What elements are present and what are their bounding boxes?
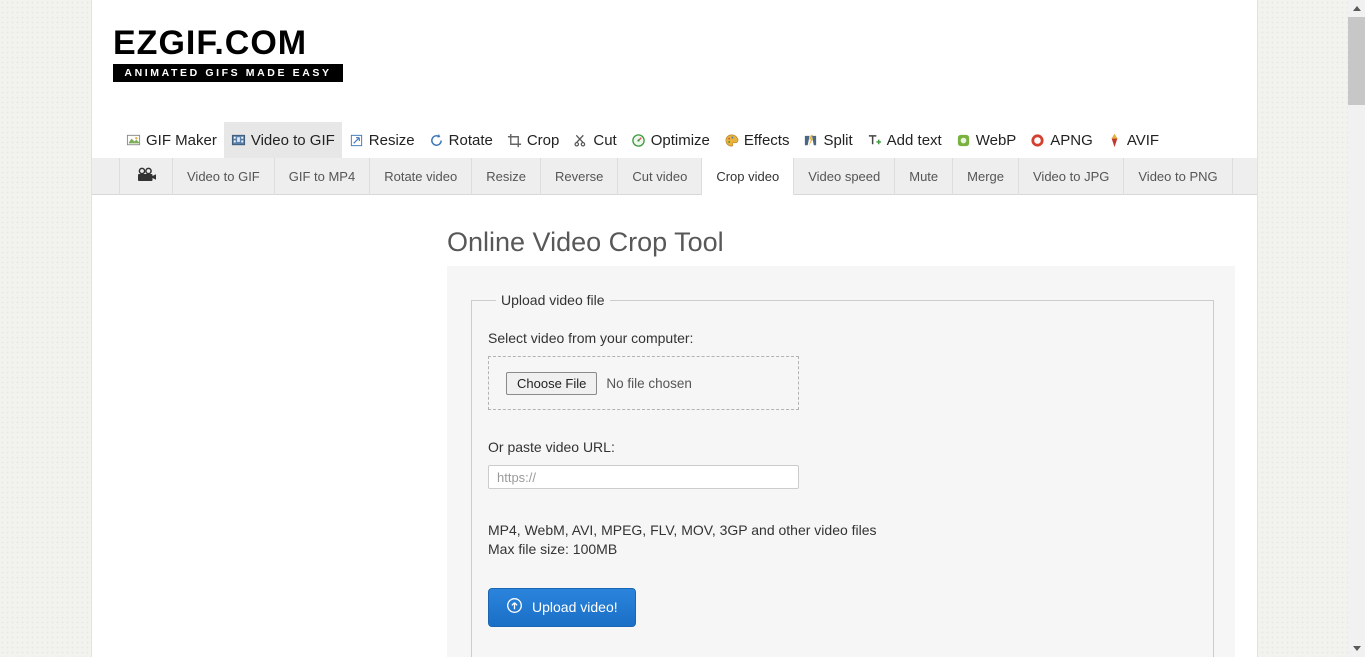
nav-item-label: Resize bbox=[368, 131, 415, 149]
main-nav: GIF Maker Video to GIF Resize Rotate Cro… bbox=[119, 122, 1257, 158]
palette-icon bbox=[724, 133, 739, 148]
nav-item-label: AVIF bbox=[1126, 131, 1160, 149]
subnav-item-merge[interactable]: Merge bbox=[952, 158, 1018, 195]
page-title: Online Video Crop Tool bbox=[447, 227, 724, 257]
content-card: EZGIF.COM ANIMATED GIFS MADE EASY GIF Ma… bbox=[91, 0, 1258, 657]
subnav-item-rotate-video[interactable]: Rotate video bbox=[369, 158, 471, 195]
resize-icon bbox=[349, 133, 364, 148]
nav-item-label: Crop bbox=[526, 131, 560, 149]
nav-item-split[interactable]: Split bbox=[796, 122, 859, 158]
avif-icon bbox=[1107, 133, 1122, 148]
apng-icon bbox=[1030, 133, 1045, 148]
up-arrow-icon bbox=[1352, 6, 1361, 11]
scrollbar-down-button[interactable] bbox=[1348, 640, 1365, 657]
select-video-label: Select video from your computer: bbox=[488, 330, 694, 346]
choose-file-button[interactable]: Choose File bbox=[506, 371, 598, 395]
nav-item-add-text[interactable]: Add text bbox=[860, 122, 949, 158]
subnav-video-home[interactable] bbox=[119, 158, 172, 195]
upload-panel: Upload video file Select video from your… bbox=[447, 266, 1235, 657]
subnav-item-label: Crop video bbox=[716, 169, 780, 184]
subnav-item-gif-to-mp4[interactable]: GIF to MP4 bbox=[273, 158, 369, 195]
down-arrow-icon bbox=[1352, 646, 1361, 651]
nav-item-apng[interactable]: APNG bbox=[1023, 122, 1100, 158]
nav-item-avif[interactable]: AVIF bbox=[1100, 122, 1166, 158]
add-text-icon bbox=[867, 133, 882, 148]
logo-tagline: ANIMATED GIFS MADE EASY bbox=[113, 64, 343, 82]
nav-item-cut[interactable]: Cut bbox=[566, 122, 623, 158]
subnav-item-video-to-jpg[interactable]: Video to JPG bbox=[1018, 158, 1123, 195]
site-logo[interactable]: EZGIF.COM ANIMATED GIFS MADE EASY bbox=[113, 26, 343, 82]
nav-item-rotate[interactable]: Rotate bbox=[422, 122, 500, 158]
subnav-item-label: Video to PNG bbox=[1138, 169, 1218, 184]
crop-icon bbox=[507, 133, 522, 148]
upload-icon bbox=[506, 597, 523, 618]
nav-item-optimize[interactable]: Optimize bbox=[624, 122, 717, 158]
subnav-item-label: Resize bbox=[486, 169, 526, 184]
upload-button-label: Upload video! bbox=[532, 599, 618, 615]
subnav-item-label: Mute bbox=[909, 169, 939, 184]
gauge-icon bbox=[631, 133, 646, 148]
video-url-input[interactable] bbox=[488, 465, 799, 489]
nav-item-webp[interactable]: WebP bbox=[949, 122, 1024, 158]
webp-icon bbox=[956, 133, 971, 148]
nav-item-resize[interactable]: Resize bbox=[342, 122, 422, 158]
nav-item-label: Rotate bbox=[448, 131, 493, 149]
subnav-item-label: Merge bbox=[967, 169, 1004, 184]
nav-item-video-to-gif[interactable]: Video to GIF bbox=[223, 122, 342, 158]
subnav-item-resize[interactable]: Resize bbox=[471, 158, 540, 195]
subnav-item-label: Video to JPG bbox=[1033, 169, 1110, 184]
nav-item-gif-maker[interactable]: GIF Maker bbox=[119, 122, 224, 158]
subnav-item-crop-video[interactable]: Crop video bbox=[701, 158, 794, 195]
max-file-size-text: Max file size: 100MB bbox=[488, 541, 618, 557]
nav-item-label: Split bbox=[823, 131, 853, 149]
subnav-item-cut-video[interactable]: Cut video bbox=[617, 158, 701, 195]
rotate-icon bbox=[429, 133, 444, 148]
paste-url-label: Or paste video URL: bbox=[488, 439, 615, 455]
scissors-icon bbox=[573, 133, 588, 148]
subnav-item-label: Cut video bbox=[632, 169, 688, 184]
subnav-item-label: Video speed bbox=[808, 169, 881, 184]
nav-item-crop[interactable]: Crop bbox=[500, 122, 567, 158]
subnav-item-label: GIF to MP4 bbox=[288, 169, 356, 184]
file-drop-area: Choose File No file chosen bbox=[488, 356, 799, 410]
split-icon bbox=[803, 133, 818, 148]
nav-item-label: Optimize bbox=[650, 131, 710, 149]
picture-icon bbox=[126, 133, 141, 148]
upload-fieldset-legend: Upload video file bbox=[501, 292, 605, 308]
subnav-item-mute[interactable]: Mute bbox=[894, 158, 952, 195]
subnav-item-label: Rotate video bbox=[384, 169, 458, 184]
nav-item-label: APNG bbox=[1050, 131, 1093, 149]
logo-title: EZGIF.COM bbox=[113, 24, 308, 62]
subnav-item-label: Reverse bbox=[554, 169, 604, 184]
film-strip-icon bbox=[231, 133, 246, 148]
subnav-item-video-to-png[interactable]: Video to PNG bbox=[1123, 158, 1233, 195]
scrollbar[interactable] bbox=[1348, 0, 1365, 657]
nav-item-label: GIF Maker bbox=[146, 131, 217, 149]
scrollbar-thumb[interactable] bbox=[1348, 17, 1365, 105]
nav-item-label: Add text bbox=[886, 131, 942, 149]
subnav-item-video-to-gif[interactable]: Video to GIF bbox=[172, 158, 274, 195]
scrollbar-up-button[interactable] bbox=[1348, 0, 1365, 17]
upload-video-button[interactable]: Upload video! bbox=[488, 588, 636, 627]
no-file-chosen-text: No file chosen bbox=[606, 375, 692, 391]
nav-item-label: Effects bbox=[743, 131, 790, 149]
nav-item-label: Cut bbox=[593, 131, 617, 149]
nav-item-label: Video to GIF bbox=[250, 131, 335, 149]
sub-nav: Video to GIF GIF to MP4 Rotate video Res… bbox=[92, 158, 1257, 195]
subnav-item-label: Video to GIF bbox=[187, 169, 260, 184]
subnav-item-video-speed[interactable]: Video speed bbox=[793, 158, 894, 195]
nav-item-effects[interactable]: Effects bbox=[717, 122, 797, 158]
movie-camera-icon bbox=[136, 167, 156, 186]
upload-fieldset: Upload video file Select video from your… bbox=[471, 292, 1214, 657]
nav-item-label: WebP bbox=[975, 131, 1017, 149]
subnav-item-reverse[interactable]: Reverse bbox=[539, 158, 617, 195]
supported-formats-text: MP4, WebM, AVI, MPEG, FLV, MOV, 3GP and … bbox=[488, 522, 877, 538]
